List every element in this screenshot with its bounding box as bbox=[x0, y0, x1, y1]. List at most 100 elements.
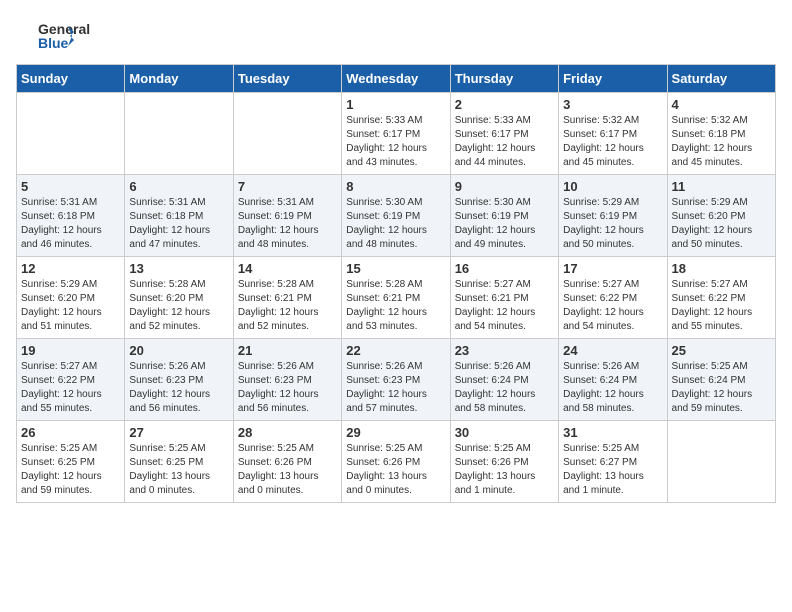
day-number: 4 bbox=[672, 97, 771, 112]
day-number: 2 bbox=[455, 97, 554, 112]
day-info: Sunrise: 5:29 AM Sunset: 6:19 PM Dayligh… bbox=[563, 196, 662, 252]
day-info: Sunrise: 5:30 AM Sunset: 6:19 PM Dayligh… bbox=[455, 196, 554, 252]
calendar-week-row: 5 Sunrise: 5:31 AM Sunset: 6:18 PM Daylig… bbox=[17, 175, 776, 257]
day-info: Sunrise: 5:26 AM Sunset: 6:23 PM Dayligh… bbox=[346, 360, 445, 416]
calendar-cell: 21 Sunrise: 5:26 AM Sunset: 6:23 PM Dayli… bbox=[233, 339, 341, 421]
calendar-cell: 30 Sunrise: 5:25 AM Sunset: 6:26 PM Dayli… bbox=[450, 421, 558, 503]
day-number: 31 bbox=[563, 425, 662, 440]
day-info: Sunrise: 5:25 AM Sunset: 6:26 PM Dayligh… bbox=[455, 442, 554, 498]
day-info: Sunrise: 5:31 AM Sunset: 6:19 PM Dayligh… bbox=[238, 196, 337, 252]
day-number: 14 bbox=[238, 261, 337, 276]
calendar-cell bbox=[233, 93, 341, 175]
svg-text:Blue: Blue bbox=[38, 35, 69, 51]
day-info: Sunrise: 5:28 AM Sunset: 6:21 PM Dayligh… bbox=[238, 278, 337, 334]
day-info: Sunrise: 5:25 AM Sunset: 6:25 PM Dayligh… bbox=[129, 442, 228, 498]
calendar-cell: 28 Sunrise: 5:25 AM Sunset: 6:26 PM Dayli… bbox=[233, 421, 341, 503]
day-number: 27 bbox=[129, 425, 228, 440]
calendar-cell: 12 Sunrise: 5:29 AM Sunset: 6:20 PM Dayli… bbox=[17, 257, 125, 339]
calendar-cell: 6Sunrise: 5:31 AM Sunset: 6:18 PM Daylig… bbox=[125, 175, 233, 257]
calendar-cell: 15 Sunrise: 5:28 AM Sunset: 6:21 PM Dayli… bbox=[342, 257, 450, 339]
weekday-header-tuesday: Tuesday bbox=[233, 65, 341, 93]
calendar-cell: 5 Sunrise: 5:31 AM Sunset: 6:18 PM Daylig… bbox=[17, 175, 125, 257]
weekday-header-friday: Friday bbox=[559, 65, 667, 93]
calendar-cell: 27 Sunrise: 5:25 AM Sunset: 6:25 PM Dayli… bbox=[125, 421, 233, 503]
day-number: 1 bbox=[346, 97, 445, 112]
day-info: Sunrise: 5:26 AM Sunset: 6:24 PM Dayligh… bbox=[563, 360, 662, 416]
day-info: Sunrise: 5:28 AM Sunset: 6:21 PM Dayligh… bbox=[346, 278, 445, 334]
day-number: 19 bbox=[21, 343, 120, 358]
day-number: 7 bbox=[238, 179, 337, 194]
day-number: 22 bbox=[346, 343, 445, 358]
day-number: 25 bbox=[672, 343, 771, 358]
day-number: 28 bbox=[238, 425, 337, 440]
day-number: 9 bbox=[455, 179, 554, 194]
day-info: Sunrise: 5:25 AM Sunset: 6:24 PM Dayligh… bbox=[672, 360, 771, 416]
day-info: Sunrise: 5:27 AM Sunset: 6:22 PM Dayligh… bbox=[672, 278, 771, 334]
calendar-cell bbox=[667, 421, 775, 503]
calendar-cell: 13Sunrise: 5:28 AM Sunset: 6:20 PM Dayli… bbox=[125, 257, 233, 339]
calendar-cell: 19 Sunrise: 5:27 AM Sunset: 6:22 PM Dayli… bbox=[17, 339, 125, 421]
calendar-cell: 10 Sunrise: 5:29 AM Sunset: 6:19 PM Dayli… bbox=[559, 175, 667, 257]
weekday-header-saturday: Saturday bbox=[667, 65, 775, 93]
calendar-table: SundayMondayTuesdayWednesdayThursdayFrid… bbox=[16, 64, 776, 503]
day-number: 24 bbox=[563, 343, 662, 358]
day-number: 6 bbox=[129, 179, 228, 194]
weekday-header-row: SundayMondayTuesdayWednesdayThursdayFrid… bbox=[17, 65, 776, 93]
calendar-body: 1 Sunrise: 5:33 AM Sunset: 6:17 PM Daylig… bbox=[17, 93, 776, 503]
weekday-header-monday: Monday bbox=[125, 65, 233, 93]
calendar-week-row: 26 Sunrise: 5:25 AM Sunset: 6:25 PM Dayli… bbox=[17, 421, 776, 503]
calendar-cell bbox=[125, 93, 233, 175]
day-info: Sunrise: 5:32 AM Sunset: 6:18 PM Dayligh… bbox=[672, 114, 771, 170]
day-info: Sunrise: 5:26 AM Sunset: 6:24 PM Dayligh… bbox=[455, 360, 554, 416]
day-number: 3 bbox=[563, 97, 662, 112]
calendar-cell: 23Sunrise: 5:26 AM Sunset: 6:24 PM Dayli… bbox=[450, 339, 558, 421]
calendar-cell: 20Sunrise: 5:26 AM Sunset: 6:23 PM Dayli… bbox=[125, 339, 233, 421]
day-info: Sunrise: 5:26 AM Sunset: 6:23 PM Dayligh… bbox=[129, 360, 228, 416]
calendar-cell bbox=[17, 93, 125, 175]
day-number: 16 bbox=[455, 261, 554, 276]
weekday-header-wednesday: Wednesday bbox=[342, 65, 450, 93]
calendar-week-row: 1 Sunrise: 5:33 AM Sunset: 6:17 PM Daylig… bbox=[17, 93, 776, 175]
calendar-cell: 18 Sunrise: 5:27 AM Sunset: 6:22 PM Dayli… bbox=[667, 257, 775, 339]
calendar-header: SundayMondayTuesdayWednesdayThursdayFrid… bbox=[17, 65, 776, 93]
day-info: Sunrise: 5:26 AM Sunset: 6:23 PM Dayligh… bbox=[238, 360, 337, 416]
logo-icon: General Blue bbox=[16, 16, 96, 56]
calendar-cell: 1 Sunrise: 5:33 AM Sunset: 6:17 PM Daylig… bbox=[342, 93, 450, 175]
day-number: 15 bbox=[346, 261, 445, 276]
day-number: 30 bbox=[455, 425, 554, 440]
day-info: Sunrise: 5:30 AM Sunset: 6:19 PM Dayligh… bbox=[346, 196, 445, 252]
calendar-cell: 22 Sunrise: 5:26 AM Sunset: 6:23 PM Dayli… bbox=[342, 339, 450, 421]
day-number: 10 bbox=[563, 179, 662, 194]
day-info: Sunrise: 5:29 AM Sunset: 6:20 PM Dayligh… bbox=[21, 278, 120, 334]
calendar-cell: 9 Sunrise: 5:30 AM Sunset: 6:19 PM Daylig… bbox=[450, 175, 558, 257]
day-number: 8 bbox=[346, 179, 445, 194]
day-number: 12 bbox=[21, 261, 120, 276]
calendar-cell: 17Sunrise: 5:27 AM Sunset: 6:22 PM Dayli… bbox=[559, 257, 667, 339]
calendar-cell: 7 Sunrise: 5:31 AM Sunset: 6:19 PM Daylig… bbox=[233, 175, 341, 257]
day-info: Sunrise: 5:27 AM Sunset: 6:22 PM Dayligh… bbox=[21, 360, 120, 416]
calendar-cell: 2 Sunrise: 5:33 AM Sunset: 6:17 PM Daylig… bbox=[450, 93, 558, 175]
day-number: 18 bbox=[672, 261, 771, 276]
day-info: Sunrise: 5:25 AM Sunset: 6:26 PM Dayligh… bbox=[346, 442, 445, 498]
calendar-week-row: 19 Sunrise: 5:27 AM Sunset: 6:22 PM Dayli… bbox=[17, 339, 776, 421]
day-number: 21 bbox=[238, 343, 337, 358]
day-info: Sunrise: 5:32 AM Sunset: 6:17 PM Dayligh… bbox=[563, 114, 662, 170]
day-info: Sunrise: 5:29 AM Sunset: 6:20 PM Dayligh… bbox=[672, 196, 771, 252]
day-number: 29 bbox=[346, 425, 445, 440]
day-info: Sunrise: 5:25 AM Sunset: 6:26 PM Dayligh… bbox=[238, 442, 337, 498]
page-header: General Blue bbox=[16, 16, 776, 56]
day-info: Sunrise: 5:28 AM Sunset: 6:20 PM Dayligh… bbox=[129, 278, 228, 334]
day-info: Sunrise: 5:33 AM Sunset: 6:17 PM Dayligh… bbox=[346, 114, 445, 170]
day-info: Sunrise: 5:25 AM Sunset: 6:27 PM Dayligh… bbox=[563, 442, 662, 498]
day-number: 5 bbox=[21, 179, 120, 194]
day-number: 26 bbox=[21, 425, 120, 440]
day-info: Sunrise: 5:25 AM Sunset: 6:25 PM Dayligh… bbox=[21, 442, 120, 498]
day-info: Sunrise: 5:31 AM Sunset: 6:18 PM Dayligh… bbox=[21, 196, 120, 252]
calendar-cell: 26 Sunrise: 5:25 AM Sunset: 6:25 PM Dayli… bbox=[17, 421, 125, 503]
calendar-cell: 24 Sunrise: 5:26 AM Sunset: 6:24 PM Dayli… bbox=[559, 339, 667, 421]
day-info: Sunrise: 5:33 AM Sunset: 6:17 PM Dayligh… bbox=[455, 114, 554, 170]
calendar-cell: 8 Sunrise: 5:30 AM Sunset: 6:19 PM Daylig… bbox=[342, 175, 450, 257]
calendar-cell: 29 Sunrise: 5:25 AM Sunset: 6:26 PM Dayli… bbox=[342, 421, 450, 503]
calendar-cell: 4 Sunrise: 5:32 AM Sunset: 6:18 PM Daylig… bbox=[667, 93, 775, 175]
calendar-cell: 11Sunrise: 5:29 AM Sunset: 6:20 PM Dayli… bbox=[667, 175, 775, 257]
